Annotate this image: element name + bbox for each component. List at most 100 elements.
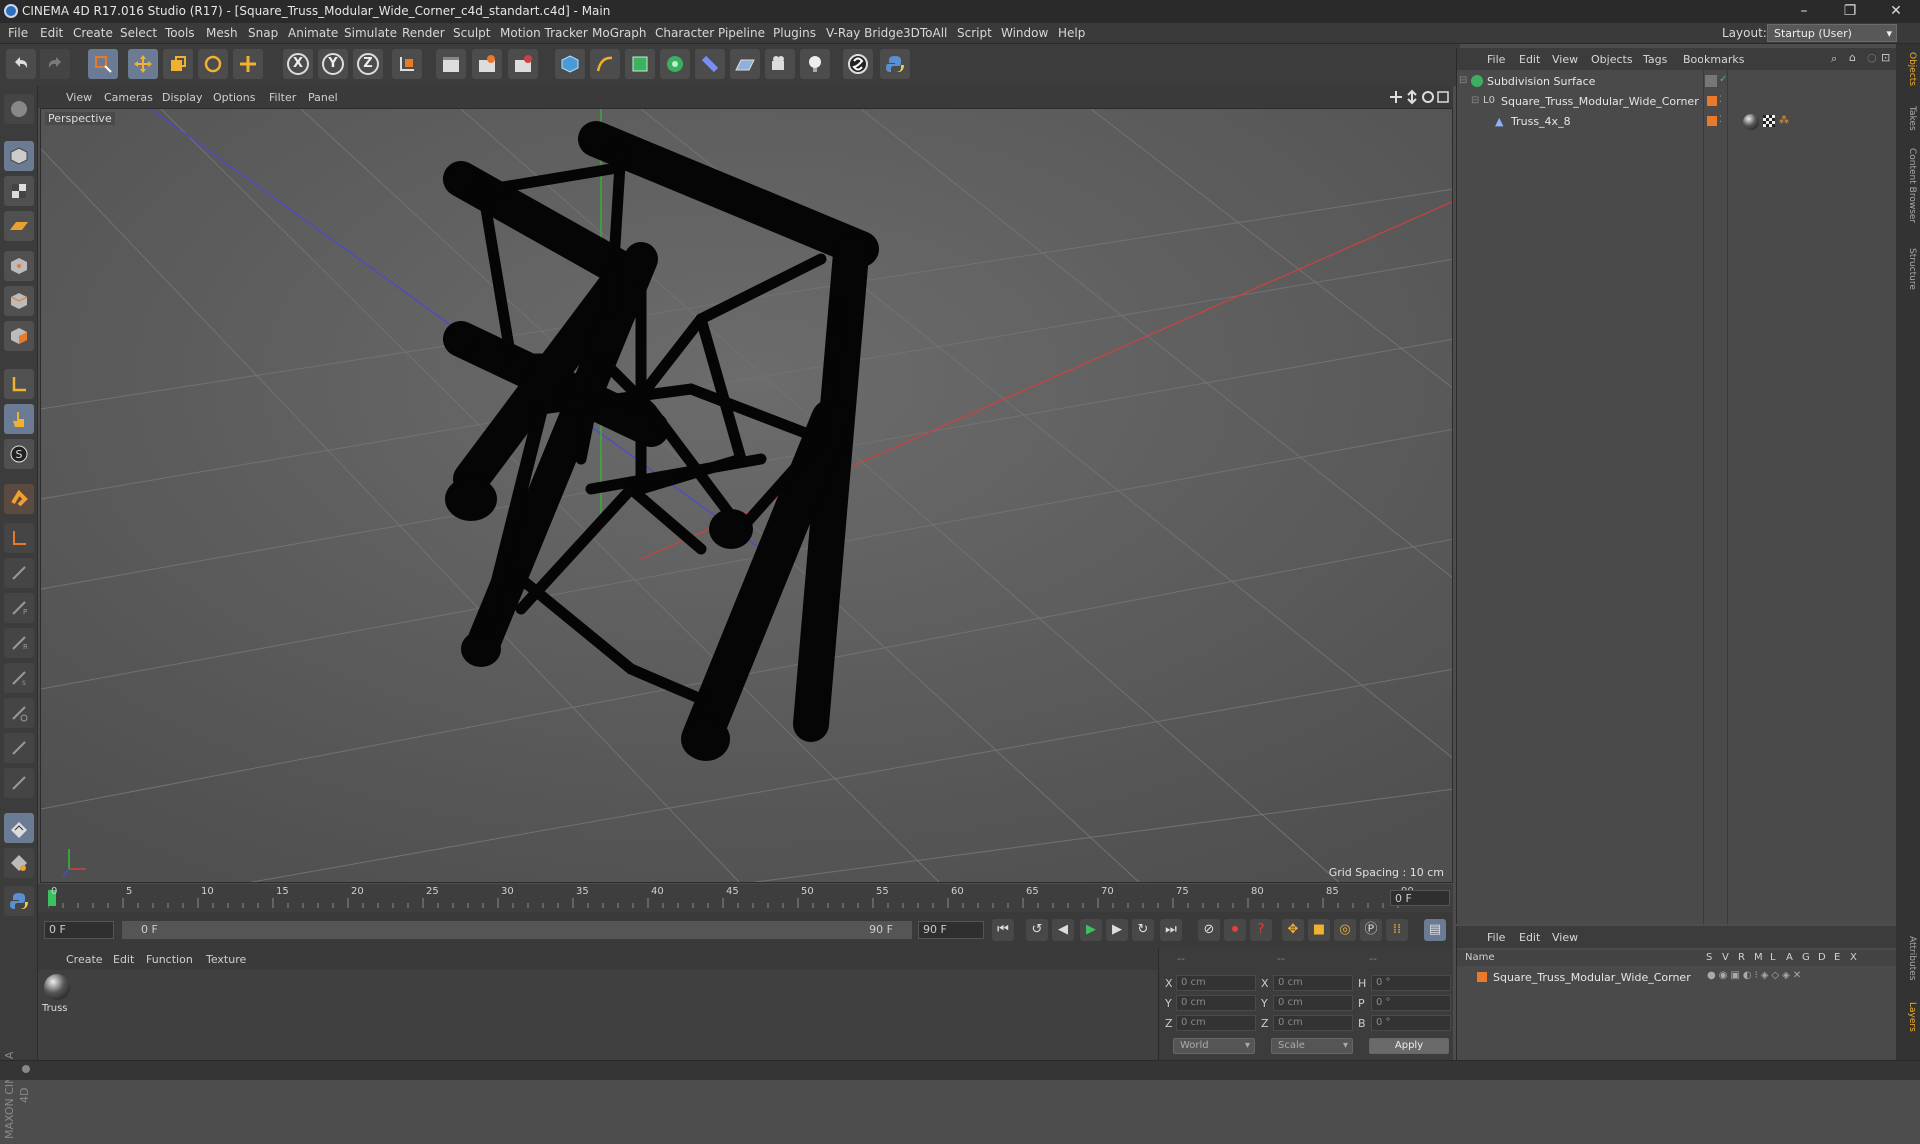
menu-vray-bridge[interactable]: V-Ray Bridge [826,26,903,40]
menu-help[interactable]: Help [1058,26,1085,40]
end-frame-field[interactable]: 90 F [918,921,984,939]
current-frame-field[interactable]: 0 F [1390,890,1450,906]
move-tool-button[interactable] [128,49,158,79]
phong-tag-icon[interactable]: ⁂ [1779,115,1789,126]
objects-menu-view[interactable]: View [1552,53,1578,66]
sketch-tool-button[interactable]: S [4,663,34,693]
home-icon[interactable]: ⌂ [1849,51,1856,64]
close-button[interactable]: ✕ [1874,1,1918,21]
go-to-start-button[interactable]: ⏮ [992,919,1014,941]
layers-menu-edit[interactable]: Edit [1519,931,1540,944]
camera-button[interactable] [765,49,795,79]
menu-create[interactable]: Create [73,26,113,40]
lasso-tool-button[interactable] [4,733,34,763]
collapse-icon[interactable]: ⊟ [1459,75,1467,86]
viewport-menu-filter[interactable]: Filter [269,91,296,104]
array-button[interactable] [660,49,690,79]
key-position-button[interactable]: ✥ [1282,919,1304,941]
menu-file[interactable]: File [8,26,28,40]
rotation-p-field[interactable]: 0 ° [1371,995,1451,1011]
render-picture-viewer-button[interactable] [472,49,502,79]
objects-menu-file[interactable]: File [1487,53,1505,66]
visibility-dots-icon[interactable]: ⁚ [1719,95,1722,105]
new-view-icon[interactable]: ○ [1867,51,1877,64]
points-mode-button[interactable] [4,251,34,281]
apply-button[interactable]: Apply [1369,1038,1449,1054]
layers-menu-file[interactable]: File [1487,931,1505,944]
menu-animate[interactable]: Animate [288,26,338,40]
layer-toggle-icons[interactable]: ●◉▣◐⁝◈◇◈✕ [1707,970,1804,981]
menu-simulate[interactable]: Simulate [344,26,397,40]
light-button[interactable] [800,49,830,79]
objects-menu-objects[interactable]: Objects [1591,53,1633,66]
edges-mode-button[interactable] [4,286,34,316]
layer-row[interactable]: Square_Truss_Modular_Wide_Corner ●◉▣◐⁝◈◇… [1457,968,1897,988]
grid-snap-button[interactable] [4,813,34,843]
size-mode-select[interactable]: Scale ▾ [1271,1038,1353,1054]
tab-takes[interactable]: Takes [1899,106,1917,131]
menu-sculpt[interactable]: Sculpt [453,26,490,40]
floor-button[interactable] [730,49,760,79]
viewport-menu-cameras[interactable]: Cameras [104,91,153,104]
subdivision-button[interactable] [625,49,655,79]
previous-key-button[interactable]: ↺ [1026,919,1048,941]
menu-mograph[interactable]: MoGraph [592,26,647,40]
editor-visibility-icon[interactable] [1705,75,1717,87]
material-menu-function[interactable]: Function [146,953,193,966]
key-pla-button[interactable]: ⁞⁞ [1386,919,1408,941]
menu-edit[interactable]: Edit [40,26,63,40]
workplane-mode-button[interactable] [4,211,34,241]
texture-mode-button[interactable] [4,176,34,206]
previous-frame-button[interactable]: ◀ [1052,919,1074,941]
guide-tool-button[interactable] [4,558,34,588]
paint-tool-button[interactable] [4,698,34,728]
restore-button[interactable]: ❐ [1828,1,1872,21]
next-frame-button[interactable]: ▶ [1106,919,1128,941]
autokey-button[interactable]: ? [1250,919,1272,941]
redo-button[interactable] [40,49,70,79]
menu-plugins[interactable]: Plugins [773,26,816,40]
key-scale-button[interactable]: ■ [1308,919,1330,941]
menu-select[interactable]: Select [120,26,157,40]
key-parameter-button[interactable]: Ⓟ [1360,919,1382,941]
position-y-field[interactable]: 0 cm [1176,995,1256,1011]
objects-menu-bookmarks[interactable]: Bookmarks [1683,53,1744,66]
tab-content-browser[interactable]: Content Browser [1899,148,1917,223]
z-axis-button[interactable]: Z [353,49,383,79]
play-button[interactable]: ▶ [1080,919,1102,941]
material-menu-create[interactable]: Create [66,953,103,966]
render-settings-button[interactable] [508,49,538,79]
workplane-axis-button[interactable] [4,523,34,553]
make-editable-button[interactable] [4,94,34,124]
y-axis-button[interactable]: Y [318,49,348,79]
object-row[interactable]: ⊟ L0 Square_Truss_Modular_Wide_Corner ⁚ [1457,92,1897,112]
render-view-button[interactable] [436,49,466,79]
transform-tool-button[interactable] [233,49,263,79]
minimize-button[interactable]: – [1782,1,1826,21]
menu-mesh[interactable]: Mesh [206,26,238,40]
python-console-button[interactable] [4,886,34,916]
3d-viewport[interactable]: Perspective Grid Spacing : 10 cm [40,108,1453,883]
layer-color-icon[interactable] [1707,96,1717,106]
record-button[interactable]: ⏺ [1224,919,1246,941]
scale-tool-button[interactable] [163,49,193,79]
material-menu-texture[interactable]: Texture [206,953,246,966]
menu-3dtoall[interactable]: 3DToAll [903,26,947,40]
layer-color-icon[interactable] [1707,116,1717,126]
preview-range-slider[interactable]: 0 F 90 F [122,921,912,939]
material-swatch[interactable]: Truss [42,972,72,1018]
magnet-button[interactable] [4,484,34,514]
measure-tool-button[interactable]: P [4,593,34,623]
menu-tools[interactable]: Tools [165,26,195,40]
viewport-menu-panel[interactable]: Panel [308,91,338,104]
object-row[interactable]: ▲ Truss_4x_8 ⁚ ⁂ [1457,112,1897,132]
menu-motion-tracker[interactable]: Motion Tracker [500,26,588,40]
rotate-tool-button[interactable] [198,49,228,79]
menu-snap[interactable]: Snap [248,26,278,40]
tab-structure[interactable]: Structure [1899,248,1917,290]
uvw-tag-icon[interactable] [1763,115,1775,127]
go-to-end-button[interactable]: ⏭ [1160,919,1182,941]
rotation-h-field[interactable]: 0 ° [1371,975,1451,991]
timeline[interactable]: 051015202530354045505560657075808590 0 F [38,884,1453,912]
layout-select[interactable]: Startup (User) ▾ [1767,24,1897,42]
